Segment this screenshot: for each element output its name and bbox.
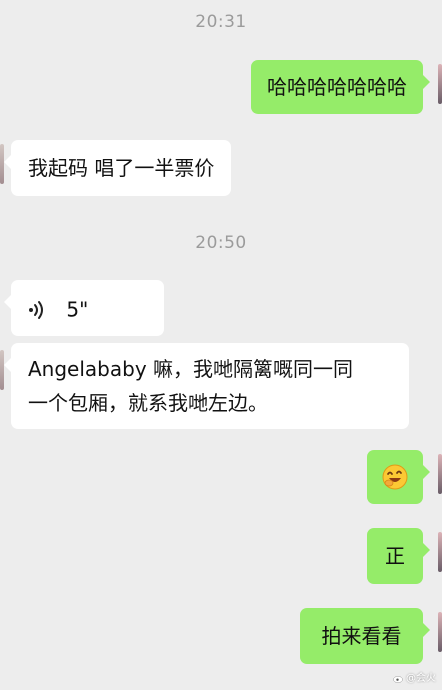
my-avatar[interactable] [438,454,442,494]
voice-message-bubble[interactable]: 5" [4,280,164,336]
watermark-text: @会火 [406,673,436,684]
weibo-logo-icon [393,675,403,683]
timestamp: 20:31 [195,12,247,32]
contact-message-bubble[interactable]: 我起码 唱了一半票价 [3,140,232,196]
message-text: 哈哈哈哈哈哈哈 [267,75,407,99]
message-text: 拍来看看 [321,624,402,648]
timestamp: 20:50 [195,233,247,253]
message-text: 正 [385,544,405,568]
message-text-line: Angelababy 嘛，我哋隔篱嘅同一同 [28,357,354,381]
my-emoji-bubble[interactable] [367,450,430,504]
my-message-bubble[interactable]: 哈哈哈哈哈哈哈 [251,60,430,114]
voice-duration: 5" [66,297,89,322]
message-text-line: 一个包厢，就系我哋左边。 [28,391,268,415]
my-message-bubble[interactable]: 拍来看看 [300,608,430,664]
my-avatar[interactable] [438,64,442,104]
laughing-face-emoji-icon [382,464,408,490]
my-message-bubble[interactable]: 正 [367,528,430,584]
contact-message-bubble[interactable]: Angelababy 嘛，我哋隔篱嘅同一同 一个包厢，就系我哋左边。 [4,343,409,429]
my-avatar[interactable] [438,612,442,652]
message-text: 我起码 唱了一半票价 [28,156,215,180]
voice-waves-icon [29,300,43,319]
my-avatar[interactable] [438,532,442,572]
weibo-watermark: @会火 [393,669,436,684]
